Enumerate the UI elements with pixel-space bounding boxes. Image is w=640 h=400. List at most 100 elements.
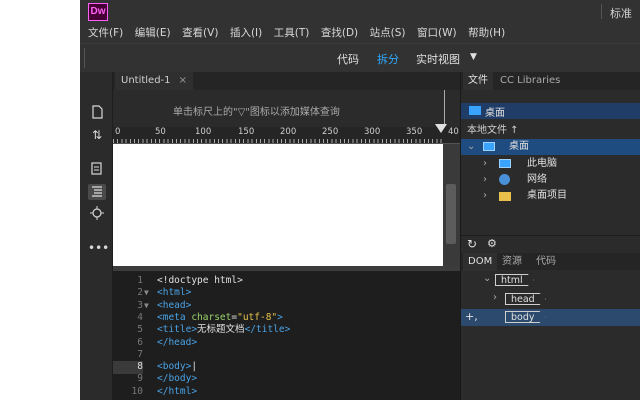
menu-insert[interactable]: 插入(I) bbox=[230, 24, 262, 43]
code-text: <title>无标题文档</title> bbox=[157, 324, 290, 337]
menu-bar: 文件(F) 编辑(E) 查看(V) 插入(I) 工具(T) 查找(D) 站点(S… bbox=[80, 24, 640, 43]
tab-dom[interactable]: DOM bbox=[463, 253, 498, 271]
menu-help[interactable]: 帮助(H) bbox=[468, 24, 505, 43]
code-line[interactable]: 2 ▼ <html> bbox=[113, 287, 460, 300]
close-icon[interactable]: × bbox=[179, 72, 187, 90]
code-token: <body> bbox=[157, 361, 192, 373]
open-document-icon[interactable] bbox=[88, 105, 106, 121]
tab-untitled-1[interactable]: Untitled-1 × bbox=[115, 72, 193, 90]
desktop-icon bbox=[469, 106, 481, 115]
file-activity-icon[interactable] bbox=[88, 162, 106, 178]
tree-item-label: 此电脑 bbox=[527, 158, 557, 169]
more-options-icon[interactable]: ••• bbox=[88, 240, 109, 256]
connect-icon[interactable]: ⚙ bbox=[487, 236, 497, 252]
tab-assets[interactable]: 资源 bbox=[497, 253, 527, 271]
location-selector[interactable]: 桌面 bbox=[461, 103, 640, 119]
tab-title: Untitled-1 bbox=[121, 75, 171, 86]
chevron-down-icon[interactable]: ▼ bbox=[470, 52, 477, 62]
chevron-right-icon[interactable]: › bbox=[483, 188, 487, 204]
code-line[interactable]: 1 <!doctype html> bbox=[113, 275, 460, 288]
ruler-tick-label: 50 bbox=[155, 127, 166, 137]
tree-item-this-pc[interactable]: › 此电脑 bbox=[461, 156, 640, 172]
code-line[interactable]: 8 <body>| bbox=[113, 361, 460, 374]
desktop-icon bbox=[483, 142, 495, 151]
media-query-hint: 单击标尺上的"▽"图标以添加媒体查询 bbox=[173, 107, 340, 118]
tree-item-desktop[interactable]: ⌄ 桌面 bbox=[461, 139, 640, 155]
code-line[interactable]: 10 </html> bbox=[113, 386, 460, 399]
dom-node-html[interactable]: html bbox=[495, 274, 534, 286]
scrollbar-thumb[interactable] bbox=[446, 184, 456, 244]
chevron-right-icon[interactable]: › bbox=[483, 156, 487, 172]
fold-toggle-icon[interactable]: ▼ bbox=[144, 300, 149, 313]
menu-window[interactable]: 窗口(W) bbox=[417, 24, 457, 43]
code-line[interactable]: 9 </body> bbox=[113, 373, 460, 386]
ruler[interactable]: 0 50 100 150 200 250 300 350 40 bbox=[113, 127, 460, 144]
dom-node-body[interactable]: body bbox=[505, 311, 546, 323]
design-canvas[interactable] bbox=[113, 144, 443, 266]
code-line[interactable]: 7 bbox=[113, 349, 460, 362]
fold-toggle-icon[interactable]: ▼ bbox=[144, 287, 149, 300]
add-element-icon[interactable]: +, bbox=[465, 309, 478, 325]
code-token: "utf-8" bbox=[237, 311, 278, 323]
tree-item-network[interactable]: › 网络 bbox=[461, 172, 640, 188]
code-line[interactable]: 6 </head> bbox=[113, 337, 460, 350]
code-text: <body>| bbox=[157, 361, 197, 374]
code-token: <meta bbox=[157, 311, 192, 323]
code-line[interactable]: 5 <title>无标题文档</title> bbox=[113, 324, 460, 337]
menu-view[interactable]: 查看(V) bbox=[182, 24, 218, 43]
menu-site[interactable]: 站点(S) bbox=[370, 24, 406, 43]
dom-selected-row[interactable]: +, body bbox=[461, 309, 640, 326]
code-text: </head> bbox=[157, 337, 197, 350]
code-text: <!doctype html> bbox=[157, 275, 243, 288]
ruler-marks bbox=[113, 139, 443, 143]
ruler-tick-label: 0 bbox=[115, 127, 121, 137]
code-token: <title> bbox=[157, 324, 198, 336]
tab-files[interactable]: 文件 bbox=[463, 72, 493, 90]
code-token: <head> bbox=[157, 299, 192, 311]
tab-snippets[interactable]: 代码 bbox=[531, 253, 561, 271]
split-view-button[interactable]: 拆分 bbox=[377, 51, 399, 67]
menu-find[interactable]: 查找(D) bbox=[321, 24, 358, 43]
left-toolbar: ⇅ ••• bbox=[80, 72, 113, 400]
dom-node-head[interactable]: head bbox=[505, 293, 546, 305]
code-line[interactable]: 4 <meta charset="utf-8"> bbox=[113, 312, 460, 325]
menu-edit[interactable]: 编辑(E) bbox=[135, 24, 171, 43]
format-source-icon[interactable] bbox=[88, 184, 106, 200]
code-editor[interactable]: 1 <!doctype html> 2 ▼ <html> 3 ▼ <head> 4 <meta c… bbox=[113, 271, 460, 400]
chevron-down-icon[interactable]: ⌄ bbox=[483, 273, 491, 284]
chevron-right-icon[interactable]: › bbox=[493, 292, 497, 303]
refresh-icon[interactable]: ↻ bbox=[467, 236, 477, 252]
tab-cc-libraries[interactable]: CC Libraries bbox=[495, 72, 565, 90]
code-view-button[interactable]: 代码 bbox=[337, 51, 359, 67]
vertical-scrollbar[interactable] bbox=[443, 144, 460, 266]
code-token: > bbox=[277, 311, 283, 323]
line-number: 1 bbox=[137, 275, 143, 286]
network-icon bbox=[499, 174, 510, 185]
workspace-switcher[interactable]: 标准 bbox=[610, 5, 632, 21]
code-text: </body> bbox=[157, 373, 197, 386]
code-token: | bbox=[191, 361, 198, 373]
file-transfer-icon[interactable]: ⇅ bbox=[88, 127, 106, 143]
right-panel: 文件 CC Libraries 桌面 本地文件 ↑ ⌄ 桌面 › 此电脑 › 网… bbox=[460, 72, 640, 400]
ruler-tick-label: 40 bbox=[448, 127, 459, 137]
line-number: 9 bbox=[137, 373, 143, 385]
tree-item-desktop-project[interactable]: › 桌面项目 bbox=[461, 188, 640, 204]
toolbar-grip[interactable] bbox=[84, 48, 88, 68]
media-query-handle-icon[interactable] bbox=[435, 124, 447, 133]
line-number: 7 bbox=[137, 348, 143, 360]
ruler-tick-label: 350 bbox=[406, 127, 423, 137]
code-line[interactable]: 3 ▼ <head> bbox=[113, 300, 460, 313]
code-text: <html> bbox=[157, 287, 191, 300]
menu-tools[interactable]: 工具(T) bbox=[274, 24, 310, 43]
tree-item-label: 网络 bbox=[527, 174, 547, 185]
divider bbox=[601, 4, 602, 19]
chevron-down-icon[interactable]: ⌄ bbox=[467, 141, 475, 152]
target-icon[interactable] bbox=[88, 206, 106, 222]
menu-file[interactable]: 文件(F) bbox=[88, 24, 123, 43]
title-bar: Dw 标准 bbox=[80, 0, 640, 24]
ruler-tick-label: 250 bbox=[322, 127, 339, 137]
live-view-button[interactable]: 实时视图 bbox=[416, 51, 460, 67]
chevron-right-icon[interactable]: › bbox=[483, 172, 487, 188]
line-number: 8 bbox=[113, 361, 143, 374]
local-files-header[interactable]: 本地文件 ↑ bbox=[467, 123, 519, 139]
